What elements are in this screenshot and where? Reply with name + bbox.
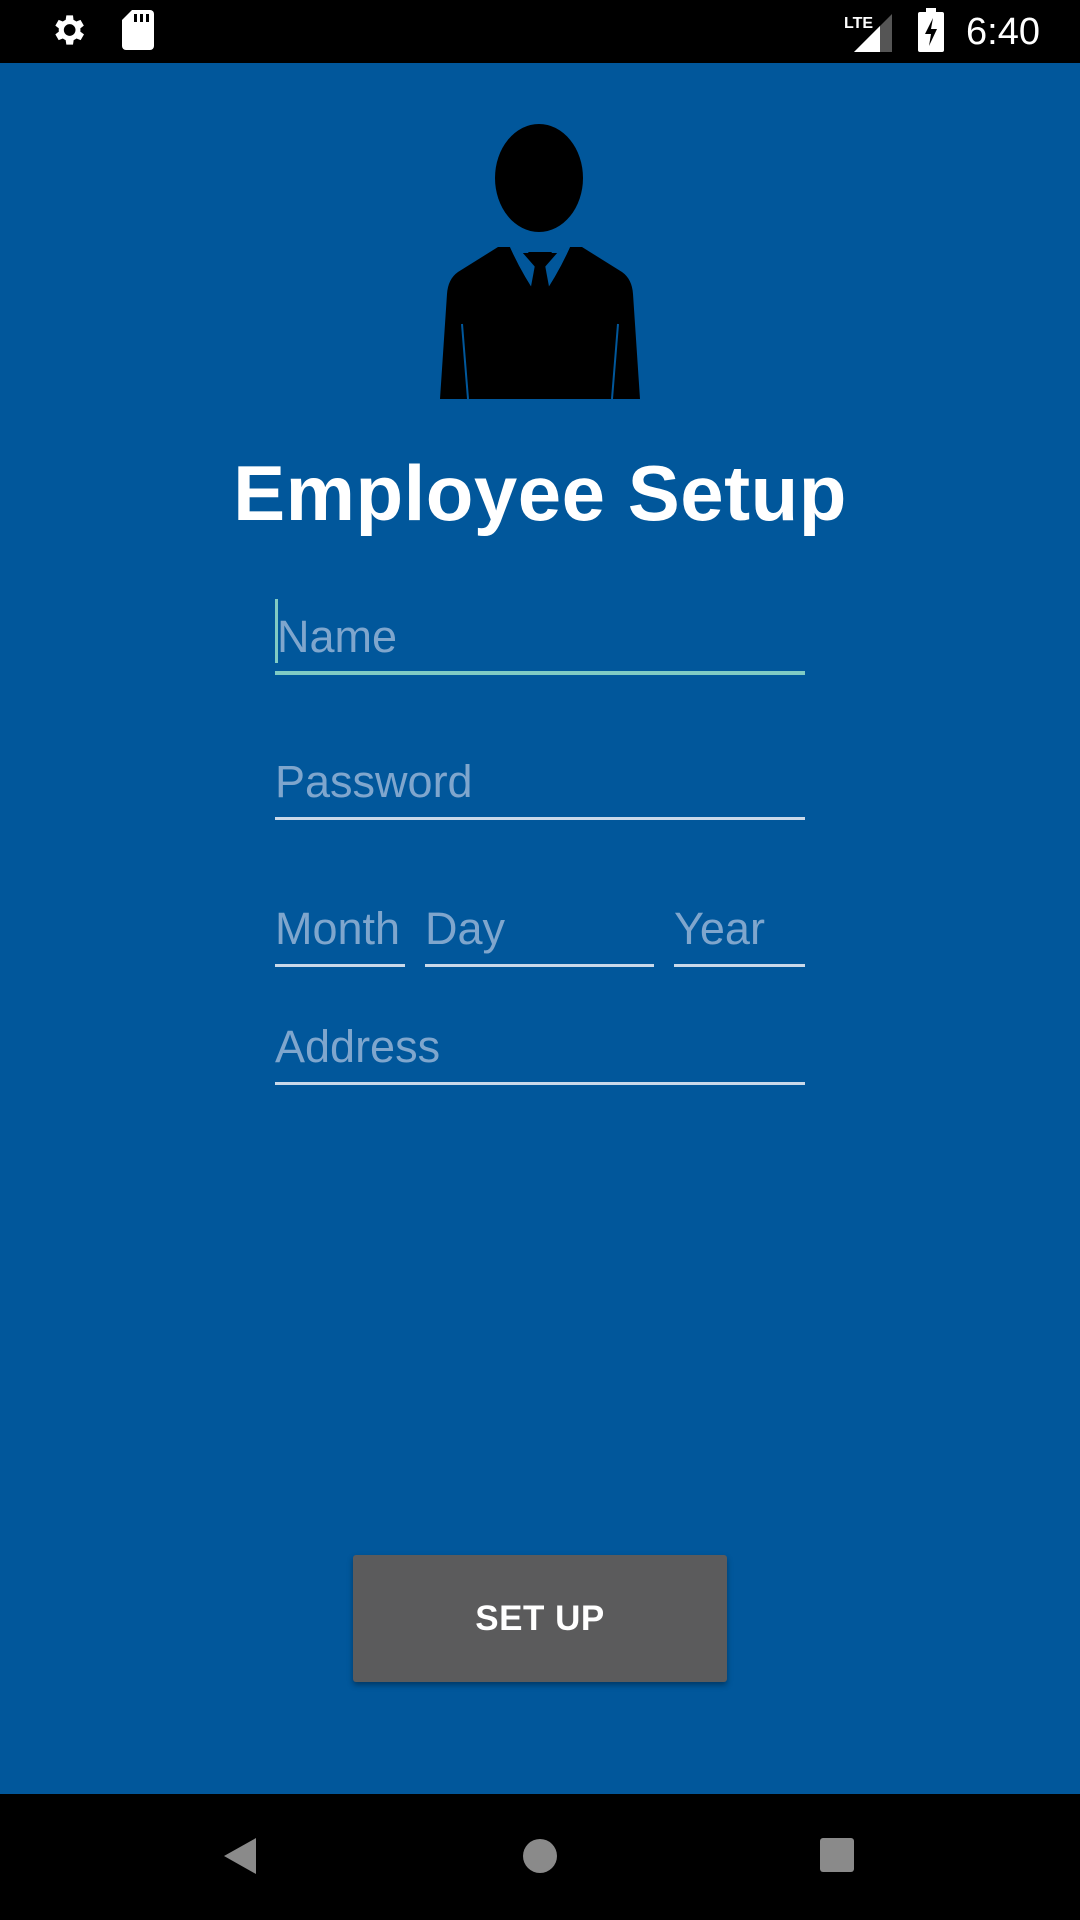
year-field[interactable]: Year [674, 897, 805, 967]
name-placeholder: Name [277, 611, 398, 662]
address-placeholder: Address [275, 1021, 441, 1072]
page-title: Employee Setup [233, 449, 847, 537]
back-icon[interactable] [222, 1836, 258, 1881]
navigation-bar [0, 1794, 1080, 1920]
year-underline [674, 964, 805, 967]
address-field[interactable]: Address [275, 1015, 805, 1085]
status-time: 6:40 [966, 11, 1040, 53]
lte-label: LTE [844, 15, 873, 32]
battery-charging-icon [918, 7, 945, 57]
month-underline [275, 964, 405, 967]
settings-icon [48, 10, 88, 55]
year-placeholder: Year [674, 903, 765, 954]
setup-button[interactable]: SET UP [353, 1555, 727, 1682]
month-field[interactable]: Month [275, 897, 405, 967]
recents-icon[interactable] [818, 1836, 856, 1879]
day-underline [425, 964, 654, 967]
name-field[interactable]: Name [275, 599, 805, 675]
lte-signal-icon: LTE [844, 8, 896, 56]
address-underline [275, 1082, 805, 1085]
employee-avatar-icon [418, 124, 662, 400]
name-underline [275, 671, 805, 675]
home-icon[interactable] [520, 1836, 560, 1881]
password-field[interactable]: Password [275, 750, 805, 820]
password-placeholder: Password [275, 756, 473, 807]
day-field[interactable]: Day [425, 897, 654, 967]
day-placeholder: Day [425, 903, 506, 954]
month-placeholder: Month [275, 903, 401, 954]
status-bar: LTE 6:40 [0, 0, 1080, 63]
password-underline [275, 817, 805, 820]
sd-card-icon [122, 10, 154, 55]
